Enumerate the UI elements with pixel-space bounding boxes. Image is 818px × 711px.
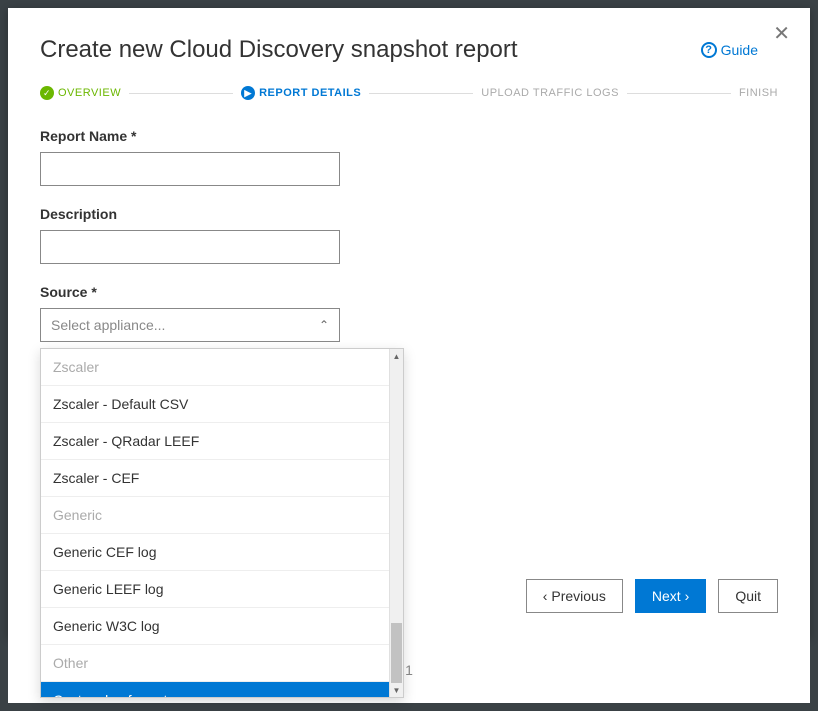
dropdown-item-custom-log-format[interactable]: Custom log format... <box>41 682 389 697</box>
dropdown-item-zscaler-default-csv[interactable]: Zscaler - Default CSV <box>41 386 389 423</box>
step-label: REPORT DETAILS <box>259 87 361 99</box>
description-group: Description <box>40 206 778 264</box>
chevron-right-icon: › <box>685 588 690 604</box>
scroll-down-icon[interactable]: ▼ <box>390 683 403 697</box>
play-icon: ▶ <box>241 86 255 100</box>
modal-title: Create new Cloud Discovery snapshot repo… <box>40 36 518 64</box>
dropdown-item-zscaler-qradar-leef[interactable]: Zscaler - QRadar LEEF <box>41 423 389 460</box>
close-button[interactable]: ✕ <box>773 24 790 44</box>
chevron-left-icon: ‹ <box>543 588 548 604</box>
button-label: Next <box>652 588 681 604</box>
header-row: Create new Cloud Discovery snapshot repo… <box>40 36 778 64</box>
step-finish: FINISH <box>739 87 778 99</box>
step-upload-logs: UPLOAD TRAFFIC LOGS <box>481 87 619 99</box>
source-placeholder: Select appliance... <box>51 317 165 333</box>
next-button[interactable]: Next › <box>635 579 706 613</box>
report-name-group: Report Name * <box>40 128 778 186</box>
page-number: 1 <box>405 662 413 678</box>
step-label: OVERVIEW <box>58 87 121 99</box>
dropdown-group-generic: Generic <box>41 497 389 534</box>
source-group: Source * Select appliance... ⌃ <box>40 284 778 342</box>
previous-button[interactable]: ‹ Previous <box>526 579 623 613</box>
dropdown-item-zscaler-cef[interactable]: Zscaler - CEF <box>41 460 389 497</box>
description-input[interactable] <box>40 230 340 264</box>
check-icon: ✓ <box>40 86 54 100</box>
report-name-input[interactable] <box>40 152 340 186</box>
step-label: FINISH <box>739 87 778 99</box>
step-connector <box>369 93 473 94</box>
guide-label: Guide <box>721 42 758 58</box>
report-name-label: Report Name * <box>40 128 778 144</box>
dropdown-group-other: Other <box>41 645 389 682</box>
help-icon: ? <box>701 42 717 58</box>
step-connector <box>627 93 731 94</box>
dropdown-item-generic-w3c[interactable]: Generic W3C log <box>41 608 389 645</box>
dropdown-item-generic-cef[interactable]: Generic CEF log <box>41 534 389 571</box>
quit-button[interactable]: Quit <box>718 579 778 613</box>
button-label: Quit <box>735 588 761 604</box>
guide-link[interactable]: ? Guide <box>701 42 758 58</box>
step-overview[interactable]: ✓ OVERVIEW <box>40 86 121 100</box>
step-connector <box>129 93 233 94</box>
source-select[interactable]: Select appliance... ⌃ <box>40 308 340 342</box>
description-label: Description <box>40 206 778 222</box>
dropdown-scrollbar[interactable]: ▲ ▼ <box>389 349 403 697</box>
step-report-details[interactable]: ▶ REPORT DETAILS <box>241 86 361 100</box>
dropdown-group-zscaler: Zscaler <box>41 349 389 386</box>
step-label: UPLOAD TRAFFIC LOGS <box>481 87 619 99</box>
chevron-up-icon: ⌃ <box>319 318 329 332</box>
wizard-stepper: ✓ OVERVIEW ▶ REPORT DETAILS UPLOAD TRAFF… <box>40 86 778 100</box>
button-label: Previous <box>551 588 605 604</box>
scroll-up-icon[interactable]: ▲ <box>390 349 403 363</box>
dropdown-list: Zscaler Zscaler - Default CSV Zscaler - … <box>41 349 389 697</box>
source-dropdown: Zscaler Zscaler - Default CSV Zscaler - … <box>40 348 404 698</box>
source-label: Source * <box>40 284 778 300</box>
scroll-thumb[interactable] <box>391 623 402 683</box>
dropdown-item-generic-leef[interactable]: Generic LEEF log <box>41 571 389 608</box>
